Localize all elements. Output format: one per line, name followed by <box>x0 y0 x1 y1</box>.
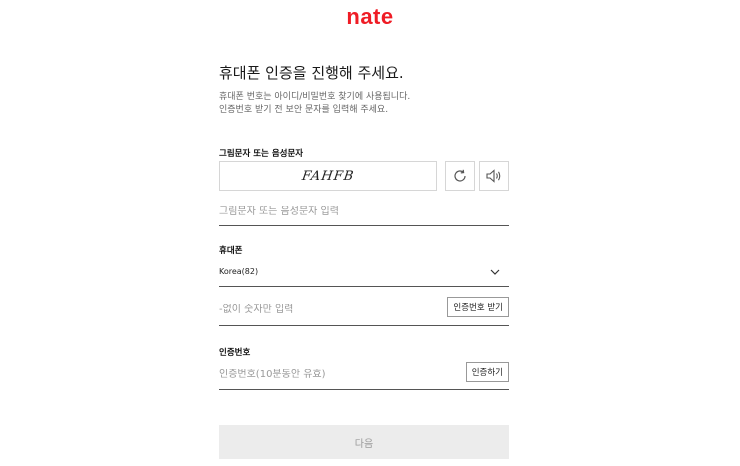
verification-code-field: 인증하기 <box>219 361 509 390</box>
chevron-down-icon <box>490 269 500 275</box>
captcha-input-field <box>219 199 509 226</box>
captcha-image: FAHFB <box>219 161 437 191</box>
captcha-refresh-button[interactable] <box>445 161 475 191</box>
captcha-audio-button[interactable] <box>479 161 509 191</box>
country-select[interactable]: Korea(82) <box>219 261 509 287</box>
verification-label: 인증번호 <box>219 348 251 358</box>
description-line-1: 휴대폰 번호는 아이디/비밀번호 찾기에 사용됩니다. <box>219 92 411 102</box>
refresh-icon <box>454 169 466 182</box>
speaker-icon <box>486 169 501 183</box>
phone-label: 휴대폰 <box>219 246 243 256</box>
country-select-value: Korea(82) <box>219 267 259 276</box>
captcha-label: 그림문자 또는 음성문자 <box>219 149 304 159</box>
page-title: 휴대폰 인증을 진행해 주세요. <box>219 64 404 82</box>
request-code-button[interactable]: 인증번호 받기 <box>447 297 509 317</box>
phone-number-input[interactable] <box>219 304 439 315</box>
verification-code-input[interactable] <box>219 369 439 380</box>
nate-logo: nate <box>346 4 394 29</box>
verify-button[interactable]: 인증하기 <box>465 362 509 382</box>
captcha-input[interactable] <box>219 206 439 217</box>
description-line-2: 인증번호 받기 전 보안 문자를 입력해 주세요. <box>219 105 389 115</box>
phone-number-field: 인증번호 받기 <box>219 294 509 326</box>
captcha-image-text: FAHFB <box>300 168 356 184</box>
next-button[interactable]: 다음 <box>219 425 509 459</box>
